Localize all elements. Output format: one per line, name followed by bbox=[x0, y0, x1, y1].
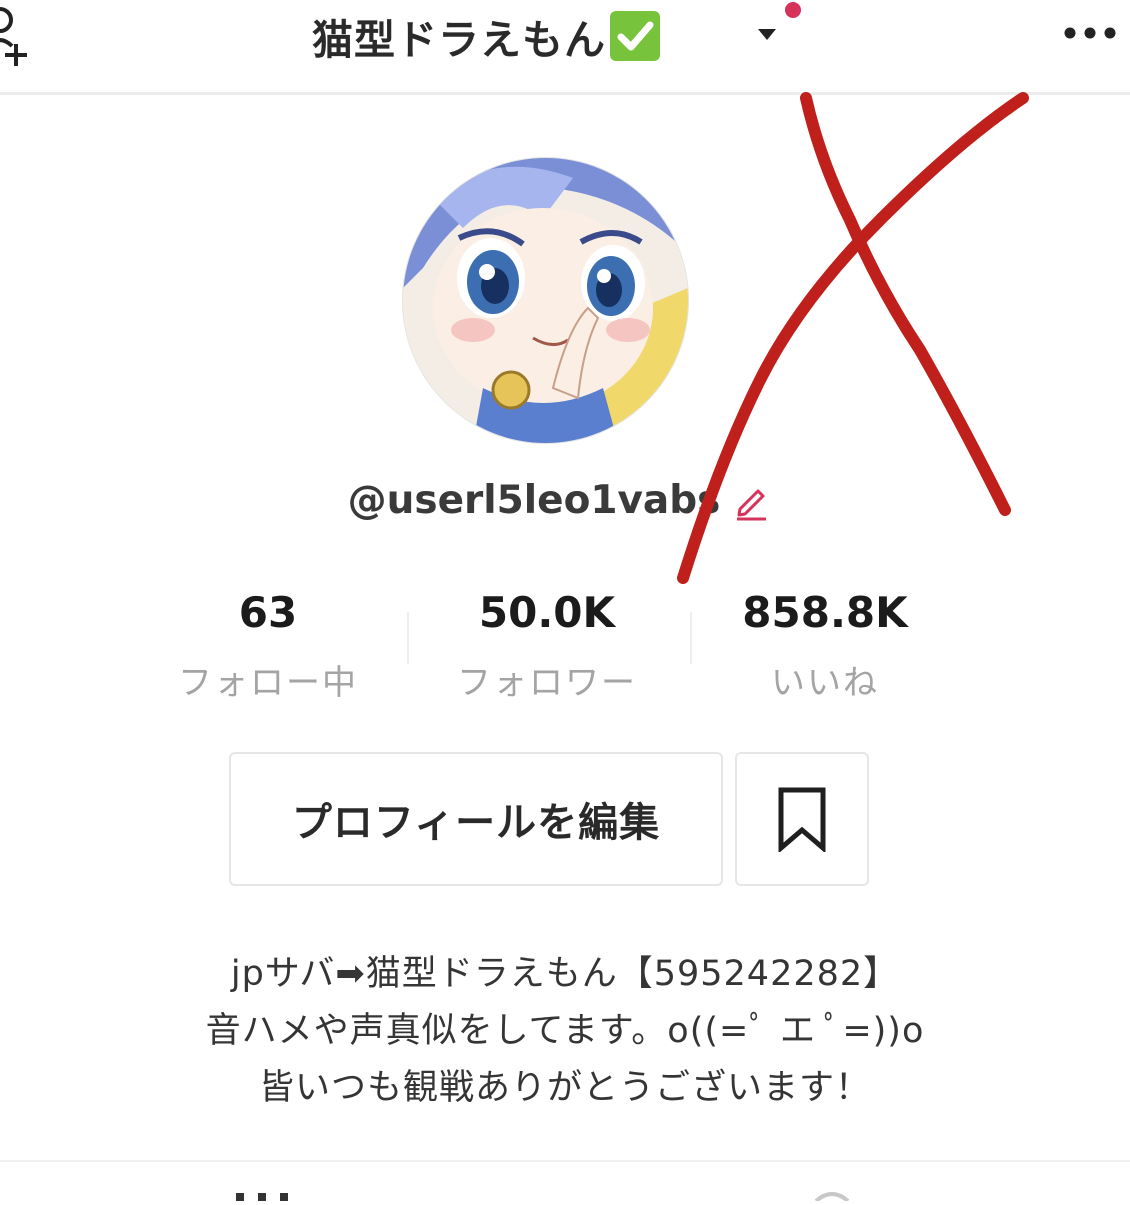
tab-divider bbox=[0, 1160, 1130, 1162]
likes-label: いいね bbox=[771, 663, 879, 703]
bio: jpサバ➡猫型ドラえもん【595242282】 音ハメや声真似をしてます。o((… bbox=[0, 946, 1130, 1117]
liked-tab-icon[interactable] bbox=[812, 1186, 852, 1203]
bookmark-button[interactable] bbox=[735, 752, 869, 886]
stat-divider bbox=[407, 612, 409, 664]
likes-count: 858.8K bbox=[742, 588, 908, 637]
followers-count: 50.0K bbox=[478, 588, 616, 637]
following-count: 63 bbox=[238, 588, 298, 637]
bio-line: 音ハメや声真似をしてます。o((=ﾟ エ ﾟ=))o bbox=[205, 1011, 925, 1051]
following-stat[interactable]: 63 フォロー中 bbox=[138, 585, 398, 704]
more-icon[interactable] bbox=[1060, 22, 1124, 44]
top-bar: 猫型ドラえもん bbox=[0, 0, 1130, 95]
edit-profile-label: プロフィールを編集 bbox=[291, 800, 661, 846]
username-row: @userl5leo1vabs bbox=[0, 478, 1130, 523]
page-title: 猫型ドラえもん bbox=[312, 16, 606, 64]
edit-profile-button[interactable]: プロフィールを編集 bbox=[229, 752, 723, 886]
bio-line: 皆いつも観戦ありがとうございます！ bbox=[258, 1068, 871, 1108]
followers-label: フォロワー bbox=[457, 663, 637, 703]
stat-divider bbox=[690, 612, 692, 664]
chevron-down-icon[interactable] bbox=[756, 26, 778, 42]
account-switcher[interactable]: 猫型ドラえもん bbox=[312, 8, 660, 64]
likes-stat[interactable]: 858.8K いいね bbox=[695, 585, 955, 704]
username: @userl5leo1vabs bbox=[347, 478, 721, 523]
avatar[interactable] bbox=[403, 158, 688, 443]
bookmark-icon bbox=[778, 787, 826, 852]
followers-stat[interactable]: 50.0K フォロワー bbox=[417, 585, 677, 704]
add-user-icon[interactable] bbox=[0, 4, 46, 68]
edit-icon[interactable] bbox=[732, 481, 772, 521]
videos-tab-icon[interactable] bbox=[232, 1186, 292, 1201]
notification-dot bbox=[785, 2, 801, 18]
verified-check-icon bbox=[610, 11, 660, 61]
bio-line: jpサバ➡猫型ドラえもん【595242282】 bbox=[230, 954, 900, 994]
following-label: フォロー中 bbox=[178, 663, 358, 703]
